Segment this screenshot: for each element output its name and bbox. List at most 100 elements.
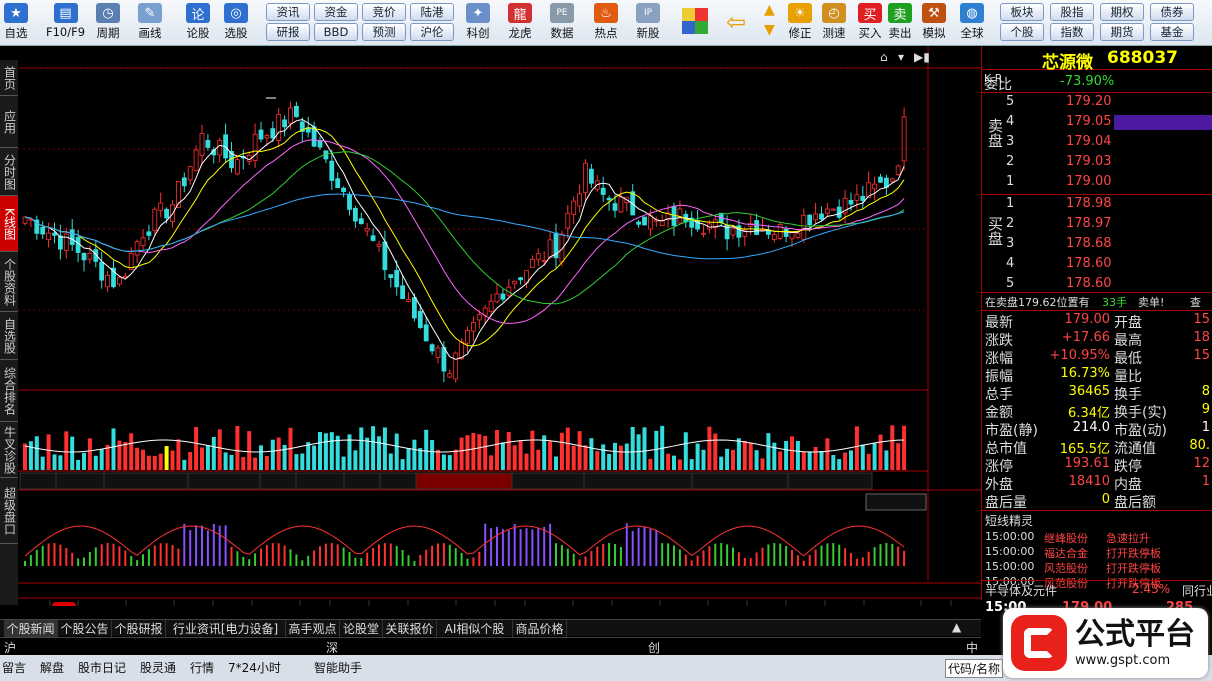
toolbar-btn-9[interactable]: 股指 bbox=[1050, 3, 1094, 21]
toolbar-btn-7[interactable]: 沪伦 bbox=[410, 23, 454, 41]
vol-bar bbox=[418, 448, 423, 470]
info-tab-0[interactable]: 个股新闻 bbox=[4, 620, 58, 637]
info-tab-4[interactable]: 高手观点 bbox=[286, 620, 340, 637]
toolbar-btn-4[interactable]: 研报 bbox=[266, 23, 310, 41]
toolbar-pen-button[interactable]: ✎ 画线 bbox=[138, 2, 162, 44]
status-item-5[interactable]: 7*24小时 bbox=[228, 659, 281, 676]
status-item-4[interactable]: 行情 bbox=[190, 659, 214, 676]
ticker-cy[interactable]: 创 bbox=[648, 639, 660, 656]
toolbar-chat-button[interactable]: 论论股 bbox=[186, 2, 210, 44]
left-tab-4[interactable]: 个股资料 bbox=[0, 252, 18, 312]
candle-body bbox=[470, 322, 476, 332]
toolbar-btn-8[interactable]: 板块 bbox=[1000, 3, 1044, 21]
toolbar-sell-button[interactable]: 卖卖出 bbox=[888, 2, 912, 44]
scroll-down-icon[interactable]: ▼ bbox=[764, 22, 775, 38]
toolbar-hammer-button[interactable]: ⚒ 模拟 bbox=[922, 2, 946, 44]
sell-price[interactable]: 179.20 bbox=[1066, 94, 1112, 109]
toolbar-btn-15[interactable]: 基金 bbox=[1150, 23, 1194, 41]
left-tab-8[interactable]: 超级盘口 bbox=[0, 478, 18, 544]
toolbar-dragon-button[interactable]: 龍龙虎 bbox=[508, 2, 532, 44]
left-tab-0[interactable]: 首页 bbox=[0, 60, 18, 96]
left-tab-5[interactable]: 自选股 bbox=[0, 312, 18, 360]
vol-bar bbox=[624, 443, 629, 470]
toolbar-buy-button[interactable]: 买买入 bbox=[858, 2, 882, 44]
elf-name[interactable]: 风范股份 bbox=[1044, 560, 1088, 576]
sell-price[interactable]: 179.04 bbox=[1066, 134, 1112, 149]
ticker-sz[interactable]: 深 bbox=[326, 639, 338, 656]
toolbar-btn-10[interactable]: 期权 bbox=[1100, 3, 1144, 21]
layout-grid-icon[interactable] bbox=[682, 8, 708, 34]
notice-view-link[interactable]: 查 bbox=[1190, 294, 1201, 310]
info-tab-5[interactable]: 论股堂 bbox=[340, 620, 383, 637]
back-arrow-icon[interactable]: ⇦ bbox=[726, 8, 746, 36]
status-item-1[interactable]: 解盘 bbox=[40, 659, 64, 676]
dropdown-icon[interactable]: ▾ bbox=[898, 50, 904, 64]
f10-icon: ▤ bbox=[53, 3, 78, 23]
vol-bar bbox=[58, 455, 63, 470]
sell-price[interactable]: 179.03 bbox=[1066, 154, 1112, 169]
kline-chart[interactable]: ⌂ ▾ ▶▮ bbox=[18, 46, 981, 606]
same-industry-button[interactable]: 同行业 bbox=[1182, 582, 1212, 599]
sidebar-toggle-icon[interactable]: ▶▮ bbox=[914, 50, 930, 64]
info-tab-1[interactable]: 个股公告 bbox=[58, 620, 112, 637]
elf-name[interactable]: 福达合金 bbox=[1044, 545, 1088, 561]
toolbar-btn-0[interactable]: 资讯 bbox=[266, 3, 310, 21]
toolbar-clock2-button[interactable]: ◴ 测速 bbox=[822, 2, 846, 44]
left-tab-2[interactable]: 分时图 bbox=[0, 148, 18, 196]
toolbar-target-button[interactable]: ◎ 选股 bbox=[224, 2, 248, 44]
status-item-3[interactable]: 股灵通 bbox=[140, 659, 176, 676]
code-name-input[interactable]: 代码/名称 bbox=[945, 659, 1004, 678]
sell-price[interactable]: 179.05 bbox=[1066, 114, 1112, 129]
info-tab-2[interactable]: 个股研报 bbox=[112, 620, 166, 637]
status-item-0[interactable]: 留言 bbox=[2, 659, 26, 676]
buy-price[interactable]: 178.68 bbox=[1066, 236, 1112, 251]
toolbar-pe-button[interactable]: PE 数据 bbox=[550, 2, 574, 44]
toolbar-btn-1[interactable]: 资金 bbox=[314, 3, 358, 21]
vol-bar bbox=[436, 449, 440, 470]
sell-price[interactable]: 179.00 bbox=[1066, 174, 1112, 189]
sector-name[interactable]: 半导体及元件 bbox=[985, 582, 1057, 599]
left-tab-1[interactable]: 应用 bbox=[0, 96, 18, 148]
toolbar-clock-button[interactable]: ◷ 周期 bbox=[96, 2, 120, 44]
stat-value: +17.66 bbox=[1061, 330, 1110, 345]
toolbar-btn-5[interactable]: BBD bbox=[314, 23, 358, 41]
buy-price[interactable]: 178.60 bbox=[1066, 256, 1112, 271]
toolbar-star-button[interactable]: ★ 自选 bbox=[4, 2, 28, 44]
toolbar-btn-11[interactable]: 债券 bbox=[1150, 3, 1194, 21]
toolbar-globe-button[interactable]: ◍ 全球 bbox=[960, 2, 984, 44]
info-tab-3[interactable]: 行业资讯[电力设备] bbox=[166, 620, 286, 637]
buy-price[interactable]: 178.97 bbox=[1066, 216, 1112, 231]
toolbar-btn-12[interactable]: 个股 bbox=[1000, 23, 1044, 41]
stat-label: 最新 bbox=[985, 315, 1013, 331]
toolbar-f10-button[interactable]: ▤ F10/F9 bbox=[46, 2, 85, 44]
info-tab-6[interactable]: 关联报价 bbox=[383, 620, 437, 637]
toolbar-btn-13[interactable]: 指数 bbox=[1050, 23, 1094, 41]
toolbar-sun-button[interactable]: ☀ 修正 bbox=[788, 2, 812, 44]
left-tab-6[interactable]: 综合排名 bbox=[0, 360, 18, 422]
vol-bar bbox=[500, 442, 505, 470]
toolbar-btn-2[interactable]: 竞价 bbox=[362, 3, 406, 21]
elf-name[interactable]: 继峰股份 bbox=[1044, 530, 1088, 546]
left-tab-3[interactable]: K线图 bbox=[0, 196, 18, 252]
toolbar-science-button[interactable]: ✦ 科创 bbox=[466, 2, 490, 44]
candle-body bbox=[600, 187, 606, 195]
quote-header: 芯源微 688037 bbox=[982, 46, 1212, 73]
buy-price[interactable]: 178.98 bbox=[1066, 196, 1112, 211]
toolbar-btn-14[interactable]: 期货 bbox=[1100, 23, 1144, 41]
toolbar-btn-3[interactable]: 陆港 bbox=[410, 3, 454, 21]
info-tab-7[interactable]: AI相似个股 bbox=[437, 620, 513, 637]
left-tab-7[interactable]: 牛叉诊股 bbox=[0, 422, 18, 478]
candle-body bbox=[134, 241, 140, 256]
toolbar-ipo-button[interactable]: IP 新股 bbox=[636, 2, 660, 44]
ticker-sh[interactable]: 沪 bbox=[4, 639, 16, 656]
lock-icon[interactable]: ⌂ bbox=[880, 50, 888, 64]
status-item-2[interactable]: 股市日记 bbox=[78, 659, 126, 676]
toolbar-fire-button[interactable]: ♨ 热点 bbox=[594, 2, 618, 44]
vol-bar bbox=[630, 426, 635, 470]
scroll-up-icon[interactable]: ▲ bbox=[764, 2, 775, 18]
collapse-icon[interactable]: ▲ bbox=[952, 620, 961, 634]
buy-price[interactable]: 178.60 bbox=[1066, 276, 1112, 291]
info-tab-8[interactable]: 商品价格 bbox=[513, 620, 567, 637]
status-item-6[interactable]: 智能助手 bbox=[314, 659, 362, 676]
toolbar-btn-6[interactable]: 预测 bbox=[362, 23, 406, 41]
